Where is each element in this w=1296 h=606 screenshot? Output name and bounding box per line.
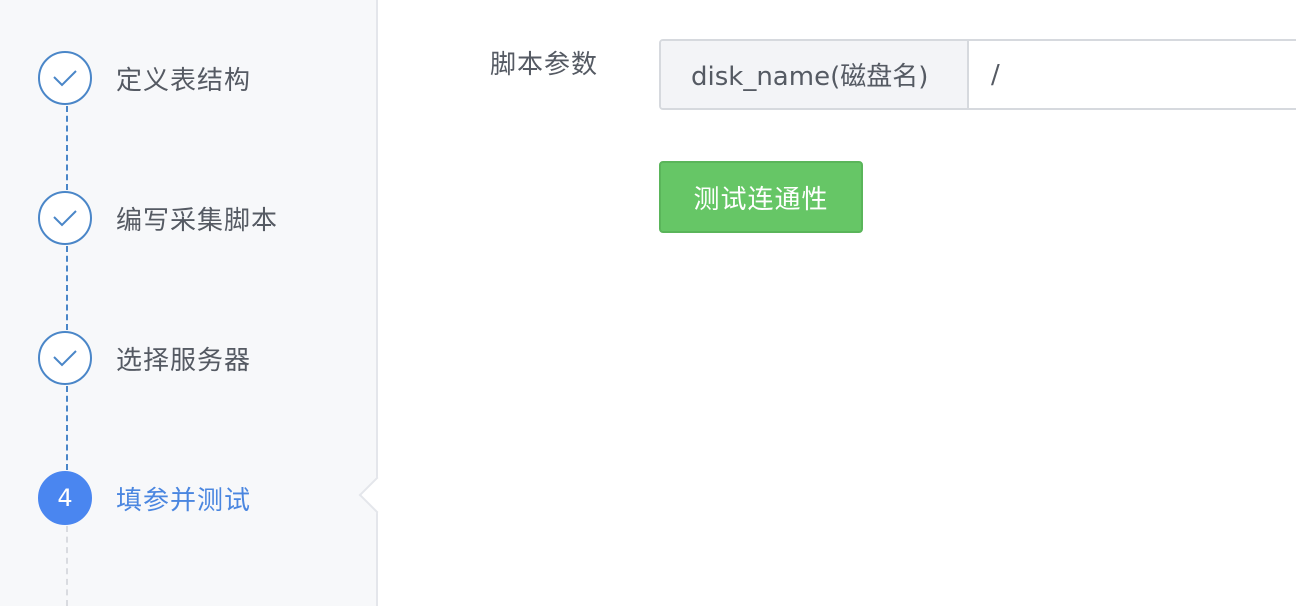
step-connector-pending [66, 526, 68, 606]
check-icon [38, 191, 92, 245]
step-label: 选择服务器 [116, 345, 252, 376]
check-icon [38, 51, 92, 105]
param-row: disk_name(磁盘名) [659, 39, 1296, 110]
param-name: disk_name(磁盘名) [661, 41, 969, 108]
test-connectivity-button[interactable]: 测试连通性 [659, 161, 863, 233]
step-write-script[interactable]: 编写采集脚本 [38, 189, 278, 247]
step-connector [66, 106, 68, 190]
step-connector [66, 246, 68, 330]
step-define-table[interactable]: 定义表结构 [38, 49, 251, 107]
step-number-badge: 4 [38, 471, 92, 525]
step-label: 定义表结构 [116, 65, 252, 96]
step-label: 填参并测试 [116, 485, 252, 516]
param-value-input[interactable] [969, 41, 1296, 108]
step-label: 编写采集脚本 [116, 205, 279, 236]
check-icon [38, 331, 92, 385]
step-connector [66, 386, 68, 470]
page-root: 定义表结构 编写采集脚本 选择服务器 4 填参并测试 脚本参数 disk_nam… [0, 0, 1296, 606]
script-params-label: 脚本参数 [490, 50, 599, 80]
wizard-stepper: 定义表结构 编写采集脚本 选择服务器 4 填参并测试 [0, 0, 378, 606]
step-select-server[interactable]: 选择服务器 [38, 329, 251, 387]
step-fill-params-test[interactable]: 4 填参并测试 [38, 469, 251, 527]
